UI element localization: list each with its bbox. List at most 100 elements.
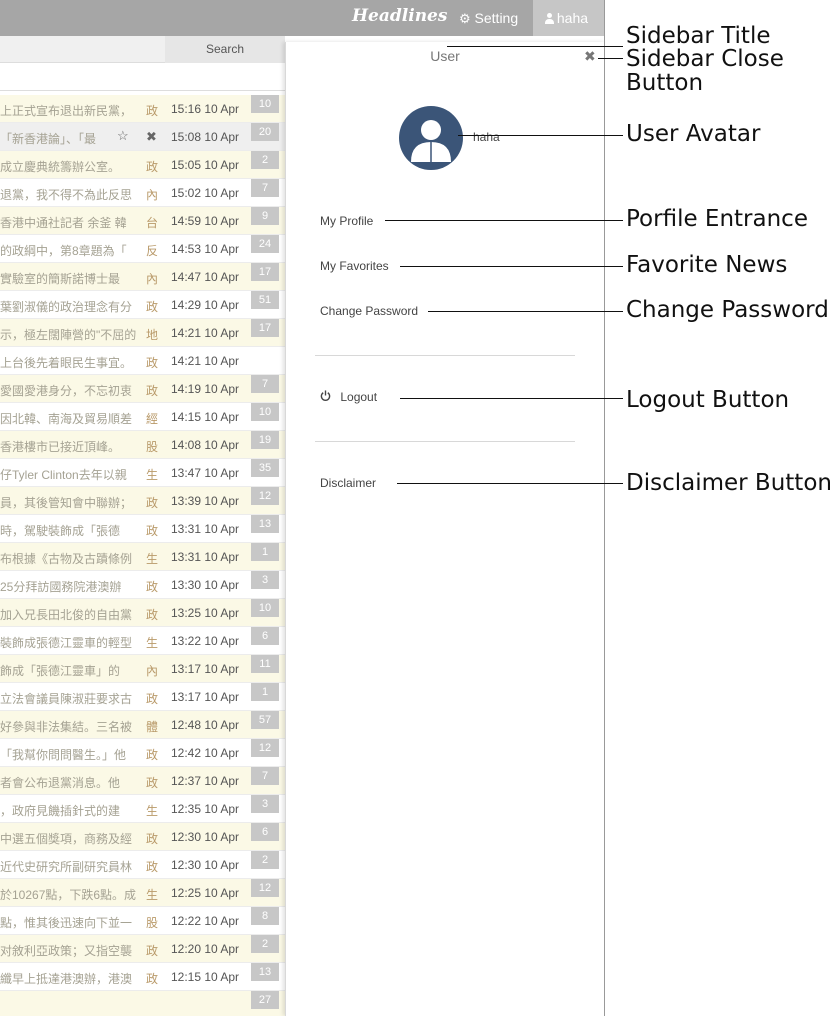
news-row[interactable]: 上台後先着眼民生事宜。政 14:21 10 Apr [0,347,285,375]
change-password-link[interactable]: Change Password [320,304,418,318]
news-title[interactable]: 點，惟其後迅速向下並一 [0,914,140,931]
news-row[interactable]: 近代史研究所副研究員林政 12:30 10 Apr 2 [0,851,285,879]
news-title[interactable]: 退黨，我不得不為此反思 [0,186,140,203]
news-row[interactable]: 立法會議員陳淑莊要求古政 13:17 10 Apr 1 [0,683,285,711]
close-icon[interactable]: ✖ [146,129,157,145]
news-row[interactable]: 因北韓、南海及貿易順差經 14:15 10 Apr 10 [0,403,285,431]
news-title[interactable]: 纖早上抵達港澳辦，港澳 [0,970,140,987]
logout-button[interactable]: Logout [320,390,377,404]
news-title[interactable]: 上台後先着眼民生事宜。 [0,354,140,371]
news-title[interactable]: 近代史研究所副研究員林 [0,858,140,875]
sidebar-close-button[interactable]: ✖ [584,48,596,65]
comment-count-badge: 9 [251,207,279,225]
news-row[interactable]: 25分拜訪國務院港澳辦政 13:30 10 Apr 3 [0,571,285,599]
setting-menu[interactable]: ⚙ Setting [459,10,518,27]
news-category: 股 [146,440,159,454]
sidebar-title: User [430,48,460,64]
comment-count-badge: 13 [251,515,279,533]
news-row[interactable]: 裝飾成張德江靈車的輕型生 13:22 10 Apr 6 [0,627,285,655]
news-row[interactable]: 27 [0,991,285,1016]
news-title[interactable]: 時，駕駛裝飾成「張德 [0,522,140,539]
search-input[interactable] [0,63,285,91]
news-row[interactable]: 愛國愛港身分，不忘初衷政 14:19 10 Apr 7 [0,375,285,403]
news-title[interactable]: 因北韓、南海及貿易順差 [0,410,140,427]
news-row[interactable]: 布根據《古物及古蹟條例生 13:31 10 Apr 1 [0,543,285,571]
news-row[interactable]: 香港樓市已接近頂峰。股 14:08 10 Apr 19 [0,431,285,459]
my-profile-link[interactable]: My Profile [320,214,373,228]
news-row[interactable]: 飾成「張德江靈車」的內 13:17 10 Apr 11 [0,655,285,683]
news-category: 經 [146,412,159,426]
news-row[interactable]: 加入兄長田北俊的自由黨政 13:25 10 Apr 10 [0,599,285,627]
news-title[interactable]: 飾成「張德江靈車」的 [0,662,140,679]
news-title[interactable]: 仔Tyler Clinton去年以親 [0,466,140,483]
app-screen: Headlines ⚙ Setting haha Search 上正式宣布退出新… [0,0,605,1016]
user-avatar[interactable] [399,106,463,170]
news-title[interactable]: 員，其後管知會中聯辦； [0,494,140,511]
user-menu-button[interactable]: haha [533,0,604,36]
news-row[interactable]: 員，其後管知會中聯辦； 政 13:39 10 Apr 12 [0,487,285,515]
star-outline-icon[interactable]: ☆ [117,128,129,144]
news-row[interactable]: 好參與非法集結。三名被體 12:48 10 Apr 57 [0,711,285,739]
news-row[interactable]: 實驗室的簡斯諾博士最內 14:47 10 Apr 17 [0,263,285,291]
news-category: 政 [146,776,159,790]
news-row[interactable]: 退黨，我不得不為此反思內 15:02 10 Apr 7 [0,179,285,207]
user-icon [545,13,554,24]
news-row[interactable]: 「新香港論」、「最 ☆ ✖ 15:08 10 Apr 20 [0,123,285,151]
news-row[interactable]: 纖早上抵達港澳辦，港澳政 12:15 10 Apr 13 [0,963,285,991]
disclaimer-link[interactable]: Disclaimer [320,476,376,490]
setting-label: Setting [474,10,519,26]
callout-line [397,483,623,484]
news-row[interactable]: 時，駕駛裝飾成「張德政 13:31 10 Apr 13 [0,515,285,543]
news-row[interactable]: 者會公布退黨消息。他政 12:37 10 Apr 7 [0,767,285,795]
news-row[interactable]: 对敘利亞政策；又指空襲政 12:20 10 Apr 2 [0,935,285,963]
news-category: 政 [146,608,159,622]
my-favorites-link[interactable]: My Favorites [320,259,389,273]
news-title[interactable]: 成立慶典統籌辦公室。 [0,158,140,175]
news-title[interactable]: 25分拜訪國務院港澳辦 [0,578,140,595]
news-row[interactable]: ，政府見饑插針式的建生 12:35 10 Apr 3 [0,795,285,823]
news-title[interactable]: 中選五個獎項，商務及經 [0,830,140,847]
news-title[interactable]: 上正式宣布退出新民黨， [0,102,140,119]
news-row[interactable]: 點，惟其後迅速向下並一股 12:22 10 Apr 8 [0,907,285,935]
news-title[interactable]: 立法會議員陳淑莊要求古 [0,690,140,707]
news-title[interactable]: 对敘利亞政策；又指空襲 [0,942,140,959]
news-row[interactable]: 示，極左闊陣營的"不屈的地 14:21 10 Apr 17 [0,319,285,347]
news-row[interactable]: 成立慶典統籌辦公室。政 15:05 10 Apr 2 [0,151,285,179]
news-title[interactable]: 裝飾成張德江靈車的輕型 [0,634,140,651]
news-row[interactable]: 於10267點，下跌6點。成生 12:25 10 Apr 12 [0,879,285,907]
news-title[interactable]: 「新香港論」、「最 [0,130,112,147]
news-category: 生 [146,468,159,482]
news-title[interactable]: 實驗室的簡斯諾博士最 [0,270,140,287]
brand-logo[interactable]: Headlines [352,6,447,26]
comment-count-badge: 2 [251,151,279,169]
news-title[interactable]: 「我幫你問問醫生。」他 [0,746,140,763]
search-button[interactable]: Search [165,36,285,63]
news-row[interactable]: 仔Tyler Clinton去年以親生 13:47 10 Apr 35 [0,459,285,487]
news-category: 政 [146,384,159,398]
news-title[interactable]: 香港樓市已接近頂峰。 [0,438,140,455]
callout-sidebar-close-line2: Button [626,70,704,96]
news-title[interactable]: 者會公布退黨消息。他 [0,774,140,791]
news-row[interactable]: 上正式宣布退出新民黨， 政 15:16 10 Apr 10 [0,95,285,123]
news-title[interactable]: 愛國愛港身分，不忘初衷 [0,382,140,399]
news-title[interactable]: 的政綱中，第8章題為「 [0,242,140,259]
news-category: 政 [146,972,159,986]
news-category: 政 [146,692,159,706]
news-row[interactable]: 中選五個獎項，商務及經政 12:30 10 Apr 6 [0,823,285,851]
news-row[interactable]: 「我幫你問問醫生。」他政 12:42 10 Apr 12 [0,739,285,767]
news-row[interactable]: 葉劉淑儀的政治理念有分政 14:29 10 Apr 51 [0,291,285,319]
news-title[interactable]: 於10267點，下跌6點。成 [0,886,140,903]
news-title[interactable]: 香港中通社記者 余釜 韓 [0,214,140,231]
news-category: 政 [146,944,159,958]
news-title[interactable]: 示，極左闊陣營的"不屈的 [0,326,140,343]
callout-line [400,266,623,267]
person-icon [411,120,451,162]
news-title[interactable]: 葉劉淑儀的政治理念有分 [0,298,140,315]
news-title[interactable]: ，政府見饑插針式的建 [0,802,140,819]
news-row[interactable]: 的政綱中，第8章題為「反 14:53 10 Apr 24 [0,235,285,263]
close-icon: ✖ [584,48,596,64]
news-row[interactable]: 香港中通社記者 余釜 韓台 14:59 10 Apr 9 [0,207,285,235]
news-title[interactable]: 好參與非法集結。三名被 [0,718,140,735]
news-title[interactable]: 布根據《古物及古蹟條例 [0,550,140,567]
news-title[interactable]: 加入兄長田北俊的自由黨 [0,606,140,623]
